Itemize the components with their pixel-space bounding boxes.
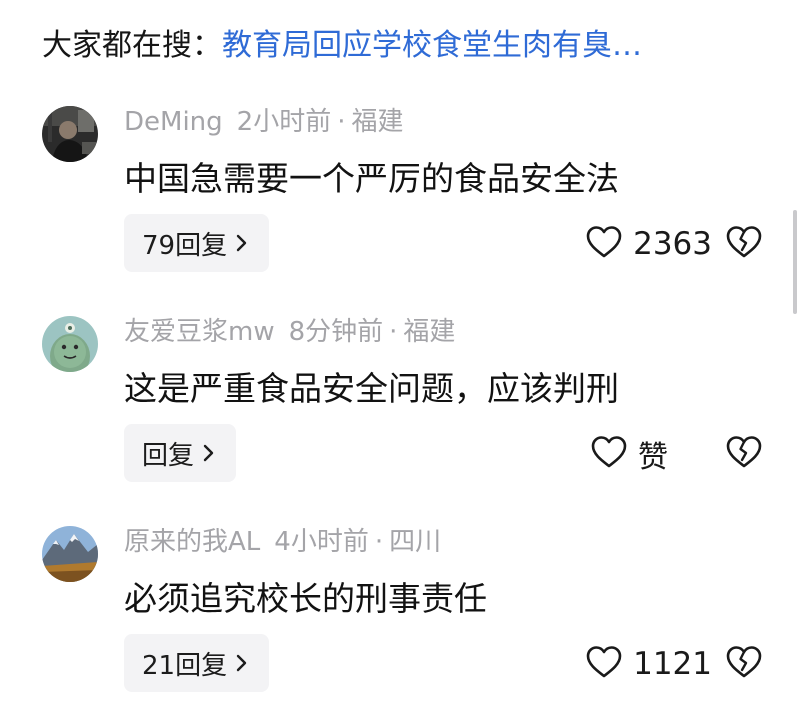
username[interactable]: 原来的我AL [124,527,260,557]
comment-item: DeMing 2小时前 · 福建 中国急需要一个严厉的食品安全法 79回复 2363 [0,98,800,288]
avatar[interactable] [42,526,98,582]
meta-separator: · [337,107,346,137]
avatar[interactable] [42,106,98,162]
reply-button[interactable]: 21回复 [124,634,270,692]
meta-separator: · [389,317,398,347]
username[interactable]: 友爱豆浆mw [124,317,275,347]
comment-meta: DeMing 2小时前 · 福建 [124,102,403,142]
comment-location: 福建 [351,107,404,137]
chevron-right-icon [202,444,214,462]
like-label: 赞 [638,440,668,475]
heart-outline-icon [585,225,623,263]
comment-time: 8分钟前 [288,317,384,347]
scrollbar[interactable] [793,210,797,314]
reply-label: 回复 [142,440,195,471]
comment-item: 原来的我AL 4小时前 · 四川 必须追究校长的刑事责任 21回复 1121 [0,518,800,708]
comment-text[interactable]: 这是严重食品安全问题，应该判刑 [124,366,619,412]
avatar[interactable] [42,316,98,372]
reply-button[interactable]: 回复 [124,424,237,482]
like-button[interactable]: 1121 [585,642,712,686]
comment-location: 四川 [389,527,442,557]
heart-outline-icon [585,645,623,683]
dislike-button[interactable] [722,432,766,476]
meta-separator: · [374,527,384,557]
comment-text[interactable]: 中国急需要一个严厉的食品安全法 [124,156,619,202]
mountain-landscape-avatar-icon [42,526,98,582]
like-count: 2363 [633,226,712,262]
trending-search-bar[interactable]: 大家都在搜：教育局回应学校食堂生肉有臭… [42,22,762,70]
trending-search-prefix: 大家都在搜： [42,28,222,63]
dislike-button[interactable] [722,222,766,266]
trending-search-link[interactable]: 教育局回应学校食堂生肉有臭… [222,28,642,63]
reply-button[interactable]: 79回复 [124,214,270,272]
comment-text[interactable]: 必须追究校长的刑事责任 [124,576,487,622]
like-button[interactable]: 赞 [590,432,668,476]
comment-item: 友爱豆浆mw 8分钟前 · 福建 这是严重食品安全问题，应该判刑 回复 赞 [0,308,800,498]
comment-location: 福建 [403,317,456,347]
comment-time: 4小时前 [274,527,369,557]
comment-meta: 原来的我AL 4小时前 · 四川 [124,522,441,562]
comment-time: 2小时前 [236,107,332,137]
reply-label: 21回复 [142,650,228,681]
heart-outline-icon [590,435,628,473]
broken-heart-icon [725,645,763,683]
username[interactable]: DeMing [124,107,223,137]
like-button[interactable]: 2363 [585,222,712,266]
dislike-button[interactable] [722,642,766,686]
broken-heart-icon [725,435,763,473]
chevron-right-icon [235,234,247,252]
reply-label: 79回复 [142,230,228,261]
comment-meta: 友爱豆浆mw 8分钟前 · 福建 [124,312,455,352]
green-cartoon-avatar-icon [42,316,98,372]
like-count: 1121 [633,646,712,682]
dark-photo-avatar-icon [42,106,98,162]
chevron-right-icon [235,654,247,672]
broken-heart-icon [725,225,763,263]
